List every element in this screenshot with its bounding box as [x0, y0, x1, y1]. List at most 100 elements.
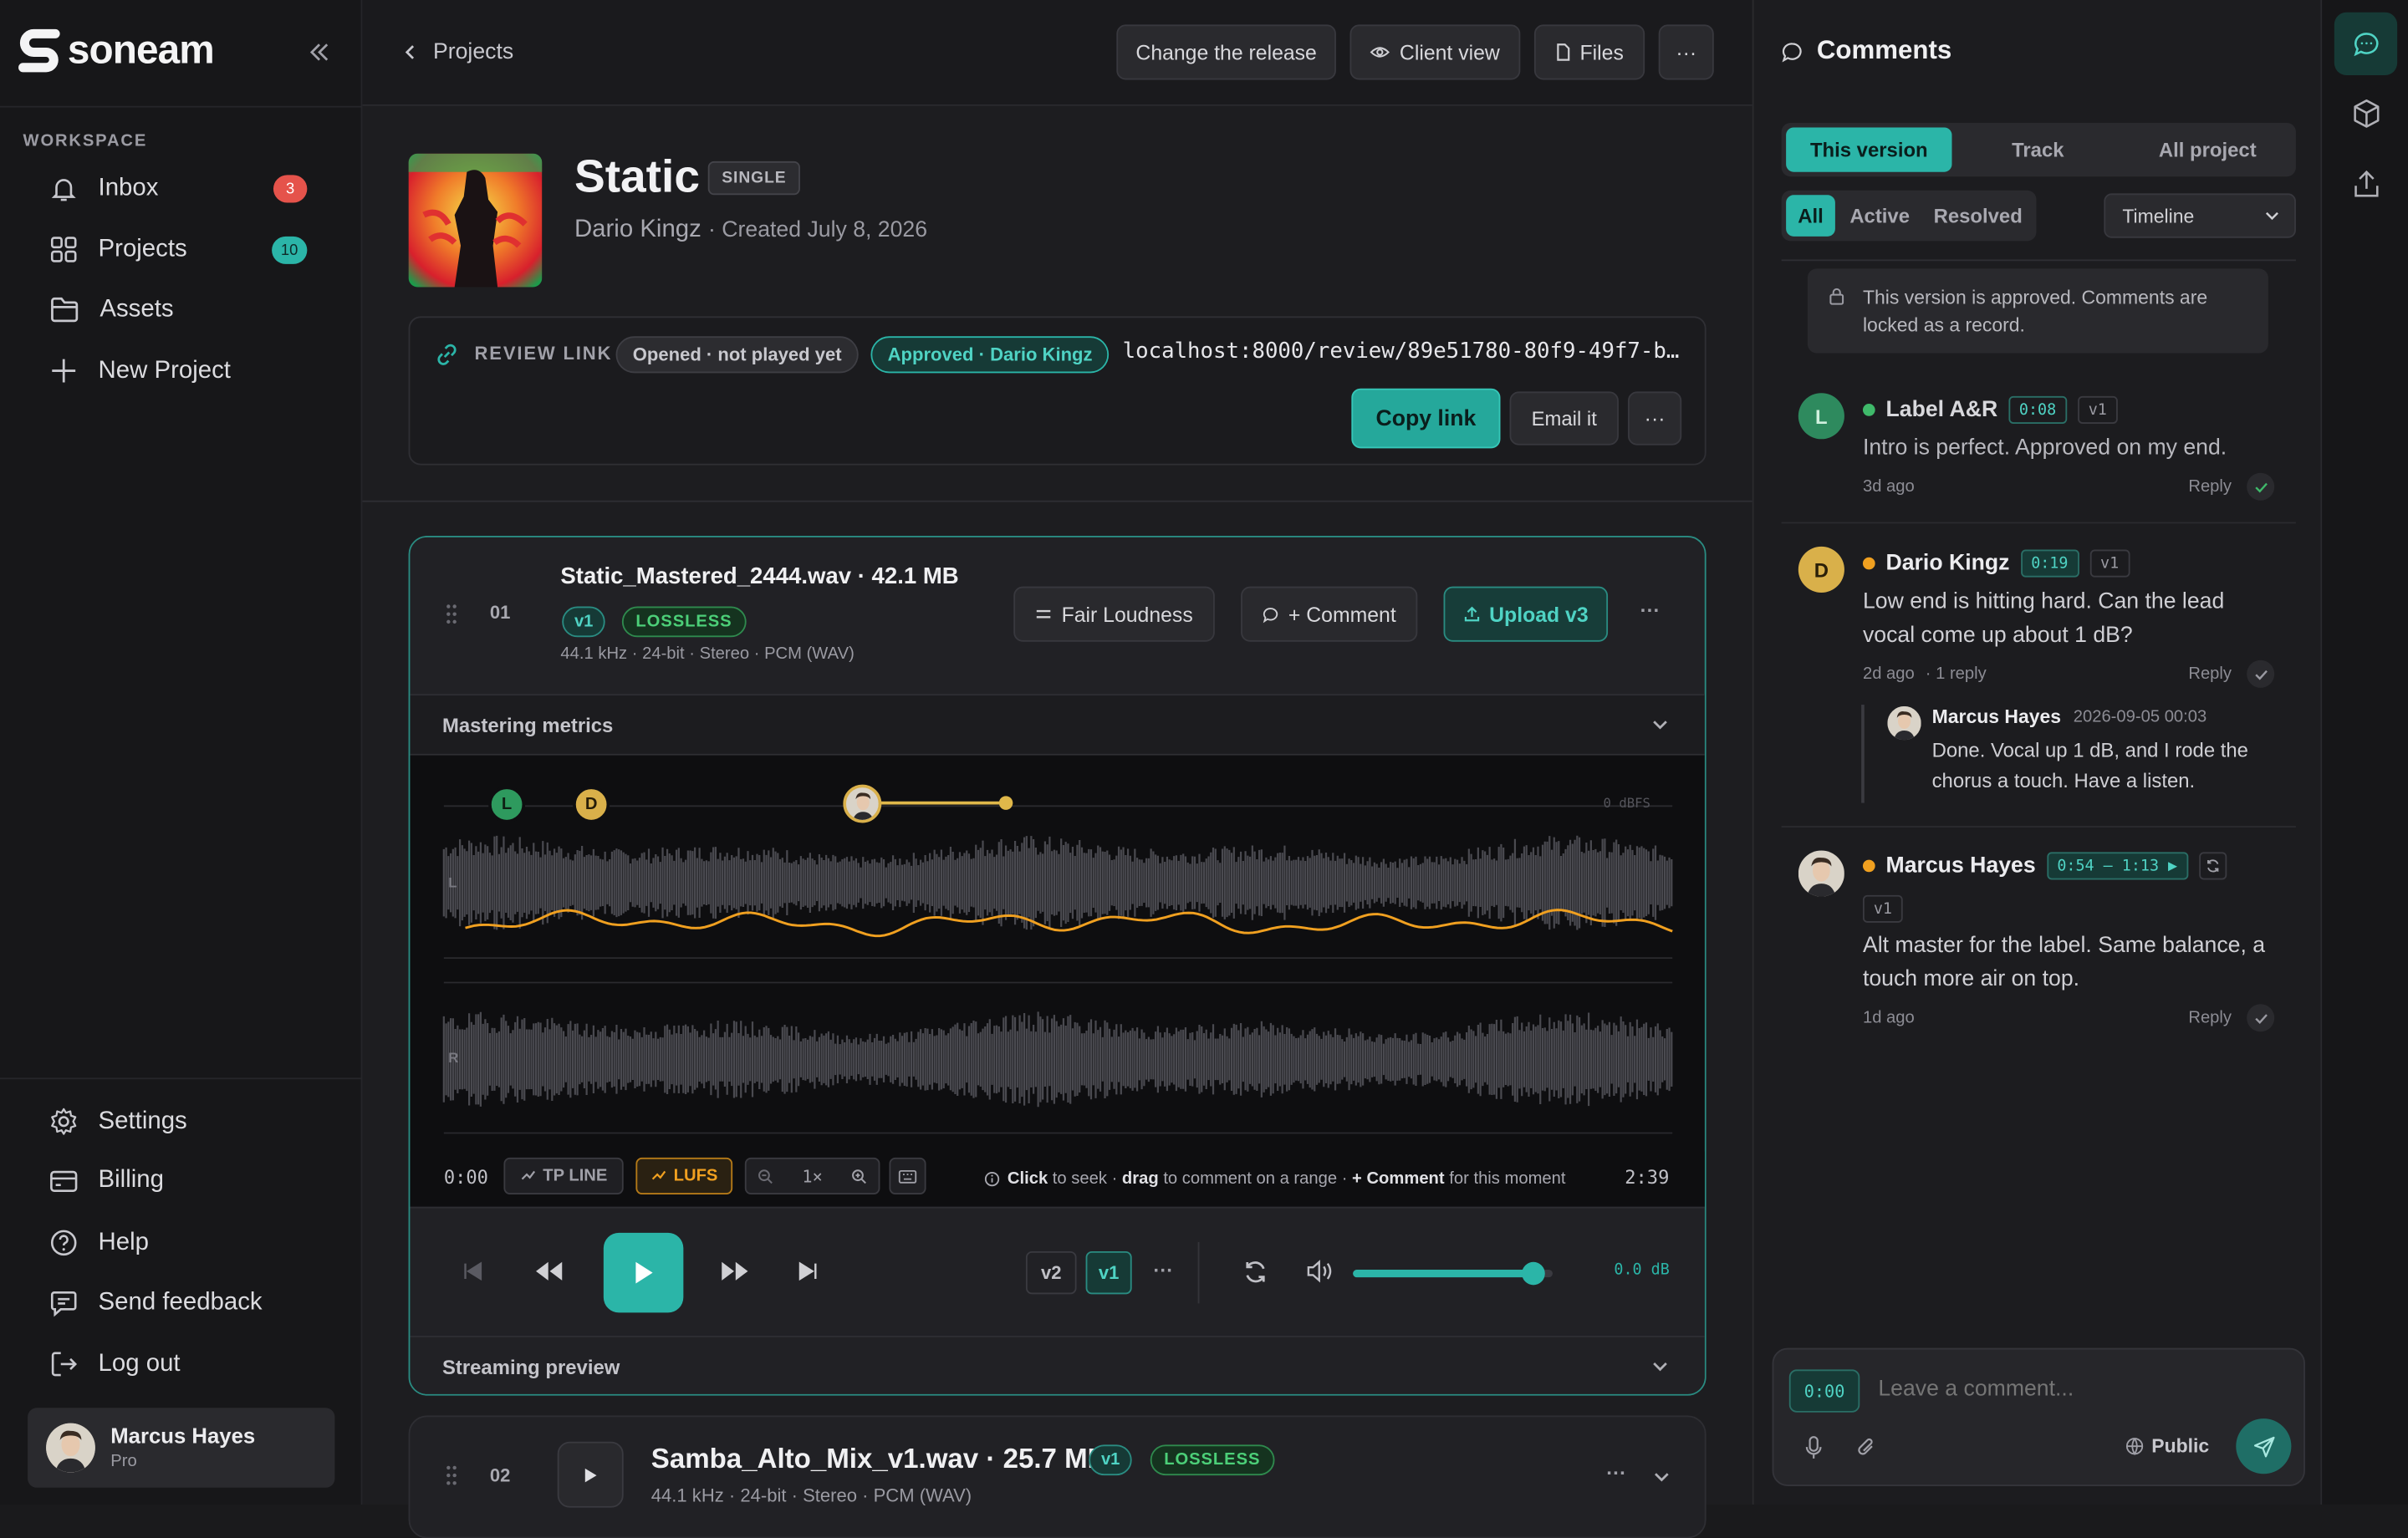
keyboard-shortcuts-button[interactable]: [889, 1157, 926, 1194]
change-release-button[interactable]: Change the release: [1116, 24, 1336, 80]
comment-marker-avatar[interactable]: [843, 784, 882, 823]
email-it-label: Email it: [1531, 406, 1597, 430]
chevron-down-icon[interactable]: [1652, 1469, 1671, 1485]
review-more-button[interactable]: ···: [1627, 391, 1682, 446]
hint-text: to comment on a range ·: [1158, 1169, 1353, 1189]
reply-button[interactable]: Reply: [2188, 665, 2232, 683]
version-v2-button[interactable]: v2: [1025, 1250, 1077, 1295]
filter-all[interactable]: All: [1786, 195, 1835, 237]
drag-handle-icon[interactable]: [446, 603, 458, 625]
user-card[interactable]: Marcus Hayes Pro: [28, 1408, 335, 1488]
version-more-icon[interactable]: ···: [1153, 1259, 1173, 1282]
brand-logo[interactable]: soneam: [18, 26, 215, 74]
filter-resolved[interactable]: Resolved: [1924, 195, 2032, 237]
waveform[interactable]: [410, 756, 1706, 1207]
comment-timestamp[interactable]: 0:08: [2008, 395, 2068, 424]
track-specs: 44.1 kHz · 24-bit · Stereo · PCM (WAV): [650, 1485, 972, 1506]
microphone-icon[interactable]: [1804, 1435, 1823, 1459]
track-more-icon[interactable]: ···: [1640, 598, 1661, 622]
reply-button[interactable]: Reply: [2188, 1009, 2232, 1027]
card-icon: [50, 1169, 78, 1192]
reply-count[interactable]: · 1 reply: [1926, 665, 1987, 683]
tp-line-toggle[interactable]: TP LINE: [503, 1157, 624, 1194]
waveform-hint: Click to seek · drag to comment on a ran…: [984, 1170, 1565, 1189]
version-v1-button[interactable]: v1: [1085, 1250, 1132, 1295]
main-content: Projects Change the release Client view …: [362, 0, 1752, 1538]
skip-end-icon[interactable]: [797, 1260, 819, 1282]
skip-start-icon[interactable]: [462, 1260, 484, 1282]
plus-icon: [52, 359, 76, 383]
files-button[interactable]: Files: [1533, 24, 1645, 80]
rewind-icon[interactable]: [534, 1260, 565, 1282]
loop-range-button[interactable]: [2198, 852, 2227, 880]
mastering-metrics-header[interactable]: Mastering metrics: [410, 694, 1705, 756]
transport-bar: v2 v1 ··· 0.0 dB: [410, 1206, 1705, 1336]
resolve-button[interactable]: [2247, 1004, 2275, 1032]
volume-handle[interactable]: [1522, 1261, 1545, 1286]
track-more-icon[interactable]: ···: [1606, 1462, 1626, 1485]
upload-v3-button[interactable]: Upload v3: [1443, 586, 1609, 642]
rail-share-icon[interactable]: [2351, 169, 2382, 200]
rail-comments-button[interactable]: [2334, 12, 2398, 75]
send-button[interactable]: [2236, 1418, 2292, 1474]
comment-marker-d[interactable]: D: [573, 786, 610, 823]
sort-select[interactable]: Timeline: [2104, 193, 2296, 238]
sidebar-item-log-out[interactable]: Log out: [49, 1349, 326, 1378]
sidebar-item-send-feedback[interactable]: Send feedback: [49, 1290, 326, 1317]
attachment-icon[interactable]: [1855, 1435, 1877, 1459]
back-link[interactable]: Projects: [402, 40, 513, 64]
volume-slider[interactable]: [1353, 1261, 1553, 1286]
comment-header: Dario Kingz 0:19 v1: [1862, 549, 2130, 578]
copy-link-button[interactable]: Copy link: [1351, 388, 1501, 449]
lufs-toggle[interactable]: LUFS: [635, 1157, 733, 1194]
comment-timestamp[interactable]: 0:19: [2020, 549, 2079, 578]
sidebar-item-inbox[interactable]: Inbox 3: [49, 174, 326, 205]
sidebar-item-new-project[interactable]: New Project: [49, 356, 326, 385]
loop-icon[interactable]: [1242, 1259, 1268, 1285]
fair-loudness-button[interactable]: Fair Loudness: [1013, 586, 1215, 642]
streaming-preview-header[interactable]: Streaming preview: [410, 1335, 1705, 1394]
sidebar-item-projects[interactable]: Projects 10: [49, 235, 326, 264]
resolve-button[interactable]: [2247, 660, 2275, 688]
sidebar-item-billing[interactable]: Billing: [49, 1167, 326, 1194]
email-it-button[interactable]: Email it: [1509, 391, 1619, 446]
tab-all-project[interactable]: All project: [2127, 127, 2288, 171]
composer-timestamp[interactable]: 0:00: [1788, 1369, 1860, 1413]
comment-input[interactable]: [1878, 1371, 2278, 1408]
visibility-toggle[interactable]: Public: [2125, 1435, 2209, 1457]
sidebar-item-assets[interactable]: Assets: [49, 296, 326, 323]
comment-meta: 2d ago · 1 reply: [1863, 665, 1987, 683]
header-more-button[interactable]: ···: [1658, 24, 1714, 80]
zoom-in-icon[interactable]: [851, 1168, 868, 1184]
drag-handle-icon[interactable]: [446, 1464, 458, 1486]
collapse-sidebar-icon[interactable]: [307, 40, 331, 64]
add-comment-button[interactable]: + Comment: [1241, 586, 1418, 642]
fast-forward-icon[interactable]: [719, 1260, 750, 1282]
more-icon: ···: [1676, 40, 1697, 64]
track-2-play-button[interactable]: [557, 1441, 624, 1508]
tab-this-version[interactable]: This version: [1786, 127, 1952, 172]
filter-active[interactable]: Active: [1843, 195, 1916, 237]
volume-icon[interactable]: [1305, 1259, 1333, 1283]
sidebar-item-settings[interactable]: Settings: [49, 1107, 326, 1136]
comment-timestamp[interactable]: 0:54 – 1:13 ▶: [2046, 852, 2189, 880]
resolve-button[interactable]: [2247, 472, 2275, 501]
reply-button[interactable]: Reply: [2188, 477, 2232, 496]
visibility-label: Public: [2151, 1435, 2210, 1458]
timeline-toolbar: 0:00 TP LINE LUFS 1× Click to seek · dra…: [410, 1151, 1705, 1207]
time-start: 0:00: [443, 1166, 488, 1189]
play-button[interactable]: [603, 1232, 684, 1313]
trend-icon: [520, 1170, 535, 1180]
zoom-out-icon[interactable]: [757, 1168, 773, 1184]
rail-package-icon[interactable]: [2351, 99, 2382, 130]
client-view-label: Client view: [1399, 40, 1500, 64]
avatar: [1887, 705, 1921, 741]
comment-marker-l[interactable]: L: [488, 786, 526, 823]
review-url[interactable]: localhost:8000/review/89e51780-80f9-49f7…: [1123, 339, 1682, 364]
comment-body: Intro is perfect. Approved on my end.: [1862, 435, 2227, 461]
client-view-button[interactable]: Client view: [1349, 24, 1521, 80]
tab-track[interactable]: Track: [1958, 127, 2118, 171]
waveform-panel[interactable]: L D 0 dBFS L R: [410, 755, 1706, 1207]
sidebar-item-help[interactable]: Help: [49, 1228, 326, 1257]
time-end: 2:39: [1625, 1166, 1670, 1189]
